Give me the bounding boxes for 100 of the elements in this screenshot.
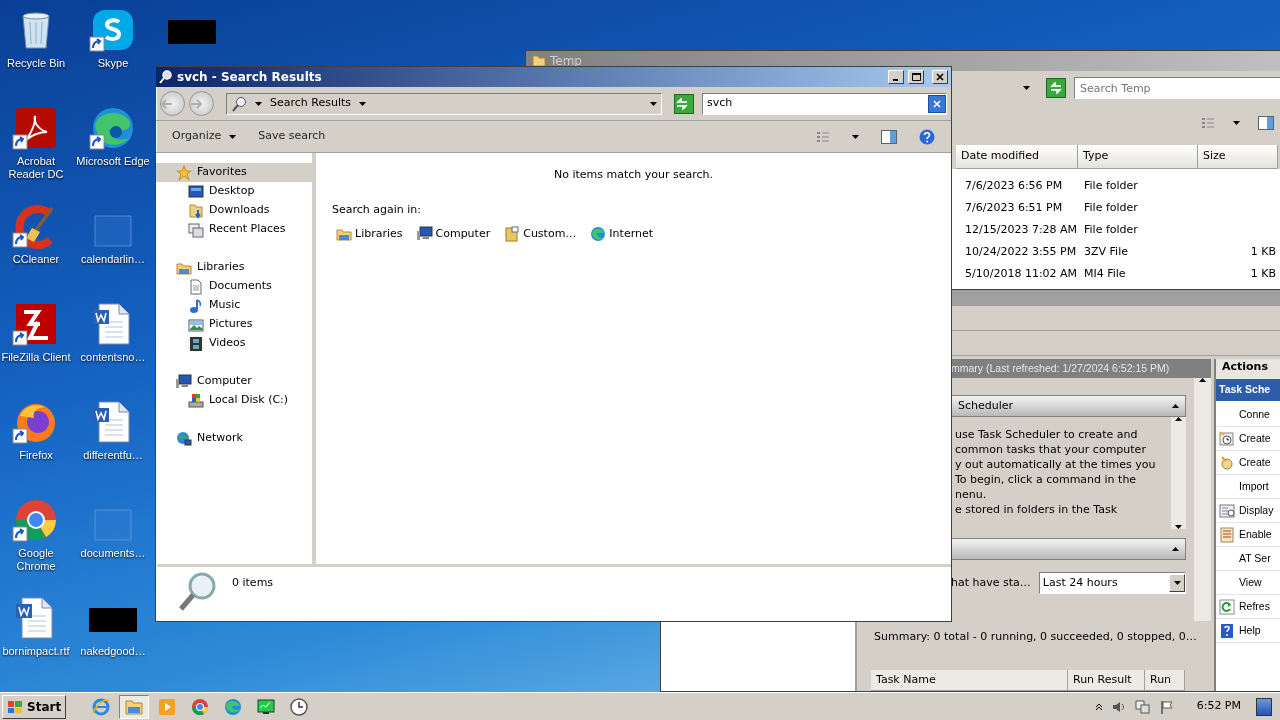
filter-label: hat have sta…	[951, 574, 1031, 591]
nav-item[interactable]: Computer	[156, 372, 312, 391]
nav-item[interactable]: Downloads	[156, 201, 312, 220]
overview-text: To begin, click a command in the	[955, 472, 1138, 487]
action-item[interactable]: View	[1216, 571, 1280, 595]
picture-frame-icon	[188, 316, 204, 333]
search-location-link[interactable]: Internet	[590, 226, 654, 243]
desktop-icon-label[interactable]: bornimpact.rtf	[2, 645, 70, 658]
help-icon	[1219, 622, 1235, 639]
magnifier-icon	[178, 571, 218, 611]
nav-item[interactable]: Libraries	[156, 258, 312, 277]
window-stack-icon	[188, 221, 204, 238]
nav-item[interactable]: Pictures	[156, 315, 312, 334]
desktop-icon-label[interactable]: differentfu…	[83, 449, 143, 462]
document-icon	[188, 278, 204, 295]
start-button[interactable]: Start	[2, 694, 67, 719]
star-icon	[176, 164, 192, 181]
desktop-icon-label[interactable]: Firefox	[19, 449, 53, 462]
folder-icon	[504, 226, 521, 243]
maximize-button[interactable]	[908, 70, 924, 84]
search-location-link[interactable]: Custom…	[504, 226, 577, 243]
action-item[interactable]: Enable	[1216, 523, 1280, 547]
window-title: Temp	[550, 53, 582, 70]
column-header[interactable]: Size	[1198, 145, 1278, 169]
action-item[interactable]: Create	[1216, 451, 1280, 475]
forward-arrow-icon	[190, 98, 202, 109]
search-field[interactable]: Search Temp	[1074, 77, 1280, 99]
table-cell-text: 3ZV File	[1083, 244, 1129, 261]
network-icon	[1134, 699, 1151, 714]
nav-item[interactable]: Documents	[156, 277, 312, 296]
action-item[interactable]: Import	[1216, 475, 1280, 499]
desktop-icon-label[interactable]: Google Chrome	[0, 547, 72, 573]
scrollbar[interactable]	[1171, 417, 1186, 529]
action-item[interactable]: Help	[1216, 619, 1280, 643]
desktop-icon-label[interactable]: CCleaner	[12, 253, 60, 266]
caret-icon	[255, 101, 262, 106]
globe-icon	[176, 430, 192, 447]
speaker-icon	[1111, 699, 1126, 714]
close-icon	[933, 99, 941, 108]
desktop-icon-label[interactable]: Microsoft Edge	[76, 155, 150, 168]
column-header[interactable]: Date modified	[956, 145, 1078, 169]
action-item[interactable]: Create	[1216, 427, 1280, 451]
desktop-icon-label[interactable]: Skype	[97, 57, 129, 70]
action-item[interactable]: Refres	[1216, 595, 1280, 619]
computer-icon	[416, 226, 433, 243]
action-item[interactable]: AT Ser	[1216, 547, 1280, 571]
close-icon	[936, 73, 944, 81]
taskbar-button[interactable]	[119, 694, 150, 719]
action-item[interactable]: Display	[1216, 499, 1280, 523]
desktop-icon-label[interactable]: Recycle Bin	[6, 57, 66, 70]
nav-item[interactable]: Local Disk (C:)	[156, 391, 312, 410]
desktop-icon-label[interactable]: Acrobat Reader DC	[0, 155, 72, 181]
search-location-link[interactable]: Computer	[416, 226, 491, 243]
column-header[interactable]: Task Name	[871, 669, 1068, 691]
minimize-button[interactable]	[888, 70, 904, 84]
flag-icon	[1159, 699, 1174, 714]
nav-item[interactable]: Desktop	[156, 182, 312, 201]
toolbar-button[interactable]: Organize	[164, 124, 245, 149]
desktop-icon-label[interactable]: nakedgood…	[80, 645, 146, 658]
drive-icon	[188, 392, 204, 409]
refresh-button[interactable]	[1046, 78, 1066, 98]
column-header[interactable]: Run	[1145, 669, 1185, 691]
search-location-link[interactable]: Libraries	[336, 226, 403, 243]
monitor-icon	[188, 183, 204, 200]
monitor-icon	[256, 696, 277, 717]
address-bar[interactable]: Search Results	[226, 92, 662, 115]
back-button[interactable]	[160, 91, 185, 116]
section-header[interactable]	[951, 538, 1186, 560]
overview-text: y out automatically at the times you	[955, 457, 1157, 472]
desktop-icon-label[interactable]: contentsno…	[80, 351, 146, 364]
clear-search-button[interactable]	[928, 94, 946, 113]
clock-text: 6:52 PM	[1196, 698, 1241, 715]
folder-icon	[188, 202, 204, 219]
search-field[interactable]: svch	[702, 92, 947, 115]
computer-icon	[176, 373, 192, 390]
nav-item[interactable]: Music	[156, 296, 312, 315]
action-item[interactable]: Conne	[1216, 403, 1280, 427]
column-header[interactable]: Type	[1078, 145, 1198, 169]
close-button[interactable]	[932, 70, 948, 84]
scrollbar[interactable]	[1194, 378, 1211, 621]
column-header[interactable]: Run Result	[1068, 669, 1145, 691]
refresh-button[interactable]	[674, 93, 694, 114]
section-header[interactable]: Scheduler	[951, 395, 1186, 417]
forward-button[interactable]	[189, 91, 214, 116]
period-dropdown[interactable]: Last 24 hours	[1038, 572, 1186, 594]
toolbar-button[interactable]: Save search	[250, 124, 334, 149]
nav-item[interactable]: Favorites	[156, 163, 312, 182]
folder-icon	[336, 226, 352, 243]
nav-item[interactable]: Network	[156, 429, 312, 448]
table-cell: 1 KB	[1250, 245, 1276, 259]
table-cell-text: 5/10/2018 11:02 AM	[964, 266, 1078, 283]
nav-item[interactable]: Recent Places	[156, 220, 312, 239]
desktop-icon-label[interactable]: calendarlin…	[80, 253, 146, 266]
desktop-icon-label[interactable]: documents…	[80, 547, 146, 560]
actions-group-header[interactable]: Task Sche	[1216, 379, 1280, 401]
show-desktop-button[interactable]	[1256, 697, 1272, 716]
desktop-icon-label[interactable]: FileZilla Client	[1, 351, 71, 364]
browser-logo-icon	[223, 696, 244, 717]
nav-item[interactable]: Videos	[156, 334, 312, 353]
view-list-icon	[1201, 116, 1215, 130]
